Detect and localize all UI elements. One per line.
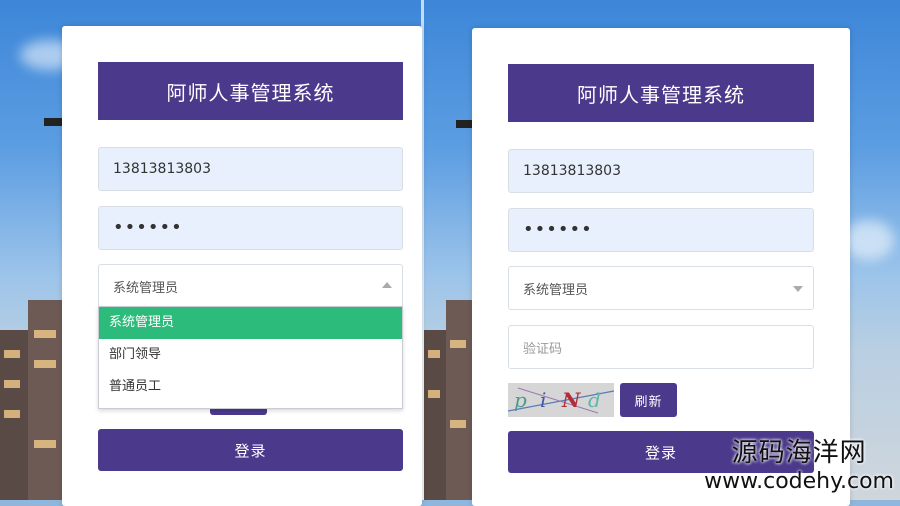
phone-value: 13813813803: [523, 163, 621, 179]
refresh-captcha-button[interactable]: 刷新: [620, 383, 677, 417]
phone-input[interactable]: 13813813803: [508, 149, 814, 193]
role-option[interactable]: 普通员工: [99, 371, 402, 403]
password-value: ••••••: [113, 217, 183, 238]
password-input[interactable]: ••••••: [508, 208, 814, 252]
captcha-char: N: [561, 388, 581, 412]
captcha-char: p: [514, 388, 527, 412]
role-dropdown: 系统管理员 部门领导 普通员工: [98, 306, 403, 409]
captcha-input[interactable]: 验证码: [508, 325, 814, 369]
chevron-up-icon: [382, 282, 392, 288]
captcha-char: i: [540, 388, 546, 412]
captcha-char: d: [588, 388, 601, 412]
password-value: ••••••: [523, 219, 593, 240]
phone-value: 13813813803: [113, 161, 211, 177]
captcha-placeholder: 验证码: [523, 341, 563, 357]
role-select-value: 系统管理员: [113, 280, 179, 296]
watermark-title: 源码海洋网: [731, 438, 867, 468]
password-input[interactable]: ••••••: [98, 206, 403, 250]
role-option[interactable]: 部门领导: [99, 339, 402, 371]
system-title: 阿师人事管理系统: [508, 64, 814, 122]
login-button[interactable]: 登录: [98, 429, 403, 471]
role-select-value: 系统管理员: [523, 282, 589, 298]
watermark-url: www.codehy.com: [704, 469, 894, 494]
role-option[interactable]: 系统管理员: [99, 307, 402, 339]
chevron-down-icon: [793, 286, 803, 292]
role-select[interactable]: 系统管理员: [508, 266, 814, 310]
watermark: 源码海洋网 www.codehy.com: [704, 432, 894, 494]
phone-input[interactable]: 13813813803: [98, 147, 403, 191]
captcha-graphic: p i N d: [508, 383, 614, 417]
role-select[interactable]: 系统管理员: [98, 264, 403, 308]
captcha-image[interactable]: p i N d: [508, 383, 614, 417]
system-title: 阿师人事管理系统: [98, 62, 403, 120]
